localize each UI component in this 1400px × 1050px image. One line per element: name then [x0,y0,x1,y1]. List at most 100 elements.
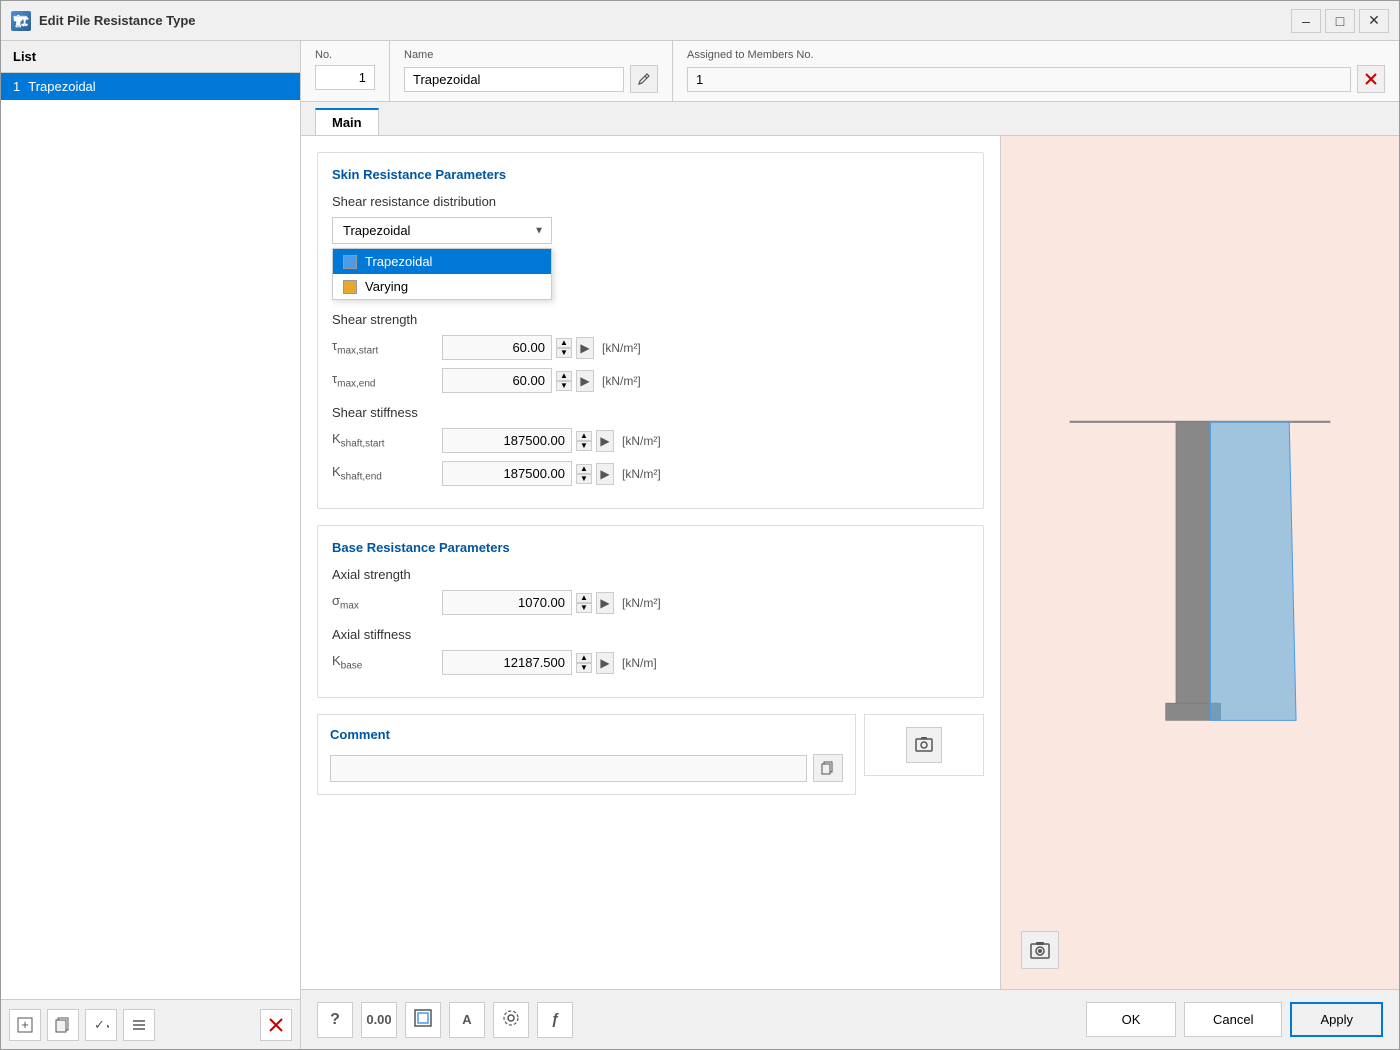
tau-max-end-row: τmax,end ▲ ▼ ▶ [kN/m²] [332,368,969,393]
screenshot-section [864,714,984,776]
dropdown-popup[interactable]: Trapezoidal Varying [332,248,552,300]
comment-input-row [330,754,843,782]
text-button[interactable]: A [449,1002,485,1038]
content-area: Skin Resistance Parameters Shear resista… [301,136,1399,989]
k-base-down[interactable]: ▼ [576,663,592,673]
k-shaft-end-input-group: ▲ ▼ ▶ [kN/m²] [442,461,661,486]
formula-button[interactable]: ƒ [537,1002,573,1038]
pile-diagram-svg [1001,136,1399,989]
copy-icon [821,761,835,775]
shear-stiffness-title: Shear stiffness [332,405,969,420]
k-base-up[interactable]: ▲ [576,653,592,663]
delete-button[interactable] [260,1009,292,1041]
help-button[interactable]: ? [317,1002,353,1038]
k-shaft-start-spin: ▲ ▼ [576,431,592,451]
comment-section: Comment [317,714,856,795]
assigned-field-group: Assigned to Members No. [673,41,1399,101]
sigma-max-input-group: ▲ ▼ ▶ [kN/m²] [442,590,661,615]
k-base-input-group: ▲ ▼ ▶ [kN/m] [442,650,657,675]
zero-button[interactable]: 0.00 [361,1002,397,1038]
tau-max-end-input[interactable] [442,368,552,393]
tau-max-end-arrow-button[interactable]: ▶ [576,370,594,392]
tau-max-start-input[interactable] [442,335,552,360]
cancel-button[interactable]: Cancel [1184,1002,1282,1037]
tab-bar: Main [301,102,1399,136]
uncheck-button[interactable] [123,1009,155,1041]
tau-max-start-arrow-button[interactable]: ▶ [576,337,594,359]
viz-screenshot-btn-container [1021,931,1059,969]
sigma-max-down[interactable]: ▼ [576,603,592,613]
ok-button[interactable]: OK [1086,1002,1176,1037]
name-label: Name [404,49,658,61]
base-resistance-section: Base Resistance Parameters Axial strengt… [317,525,984,698]
bottom-tools: ? 0.00 A [317,1002,573,1038]
check-all-button[interactable]: ✓✓ [85,1009,117,1041]
clear-icon [1364,72,1378,86]
skin-resistance-title: Skin Resistance Parameters [332,167,969,182]
settings-button[interactable] [493,1002,529,1038]
delete-icon [268,1017,284,1033]
k-base-arrow-button[interactable]: ▶ [596,652,614,674]
k-shaft-start-input[interactable] [442,428,572,453]
tab-main[interactable]: Main [315,108,379,135]
viz-screenshot-button[interactable] [1021,931,1059,969]
comment-copy-button[interactable] [813,754,843,782]
sidebar-item[interactable]: 1 Trapezoidal [1,73,300,100]
sigma-max-label: σmax [332,593,442,612]
dropdown-option-trapezoidal[interactable]: Trapezoidal [333,249,551,274]
viz-screenshot-icon [1029,939,1051,961]
k-shaft-end-up[interactable]: ▲ [576,464,592,474]
tau-max-end-down[interactable]: ▼ [556,381,572,391]
comment-label: Comment [330,727,843,742]
trapezoidal-color-box [343,255,357,269]
no-input[interactable] [315,65,375,90]
apply-button[interactable]: Apply [1290,1002,1383,1037]
sigma-max-input[interactable] [442,590,572,615]
settings-icon [502,1009,520,1030]
name-input[interactable] [404,67,624,92]
bottom-bar: ? 0.00 A [301,989,1399,1049]
sigma-max-row: σmax ▲ ▼ ▶ [kN/m²] [332,590,969,615]
edit-pencil-icon [637,72,651,86]
close-button[interactable]: ✕ [1359,9,1389,33]
assigned-input[interactable] [687,67,1351,92]
formula-icon: ƒ [551,1011,559,1028]
screenshot-icon [914,735,934,755]
k-base-unit: [kN/m] [622,656,657,670]
view-icon [414,1009,432,1030]
name-edit-button[interactable] [630,65,658,93]
view-button[interactable] [405,1002,441,1038]
tau-max-start-up[interactable]: ▲ [556,338,572,348]
k-shaft-end-down[interactable]: ▼ [576,474,592,484]
fields-row: No. Name Assigned to Members No. [301,41,1399,102]
k-shaft-end-label: Kshaft,end [332,464,442,483]
name-input-row [404,65,658,93]
k-shaft-end-arrow-button[interactable]: ▶ [596,463,614,485]
comment-dropdown[interactable] [330,755,807,782]
shear-distribution-select[interactable]: Trapezoidal Varying [332,217,552,244]
tau-max-end-spin: ▲ ▼ [556,371,572,391]
minimize-button[interactable]: – [1291,9,1321,33]
trapezoidal-label: Trapezoidal [365,254,432,269]
add-button[interactable]: + [9,1009,41,1041]
duplicate-button[interactable] [47,1009,79,1041]
help-icon: ? [330,1011,340,1029]
k-shaft-end-input[interactable] [442,461,572,486]
tau-max-start-down[interactable]: ▼ [556,348,572,358]
text-icon: A [462,1012,471,1027]
k-shaft-start-arrow-button[interactable]: ▶ [596,430,614,452]
screenshot-button[interactable] [906,727,942,763]
sigma-max-unit: [kN/m²] [622,596,661,610]
k-shaft-start-down[interactable]: ▼ [576,441,592,451]
sigma-max-up[interactable]: ▲ [576,593,592,603]
dropdown-option-varying[interactable]: Varying [333,274,551,299]
assigned-clear-button[interactable] [1357,65,1385,93]
sidebar-list: 1 Trapezoidal [1,73,300,999]
titlebar: 🏗 Edit Pile Resistance Type – □ ✕ [1,1,1399,41]
tau-max-end-up[interactable]: ▲ [556,371,572,381]
sigma-max-arrow-button[interactable]: ▶ [596,592,614,614]
tau-max-start-input-group: ▲ ▼ ▶ [kN/m²] [442,335,641,360]
maximize-button[interactable]: □ [1325,9,1355,33]
k-base-input[interactable] [442,650,572,675]
k-shaft-start-up[interactable]: ▲ [576,431,592,441]
